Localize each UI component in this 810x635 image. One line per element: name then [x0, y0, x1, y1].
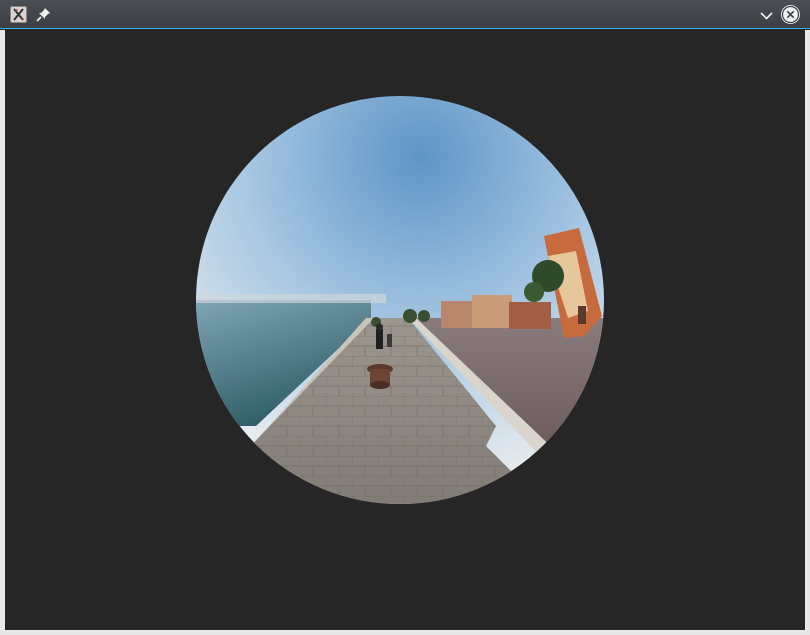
x-glyph [13, 8, 24, 21]
chevron-down-icon[interactable] [759, 8, 774, 22]
title-bar [0, 0, 810, 29]
x-app-icon [10, 6, 27, 23]
window-border-left [0, 30, 5, 635]
fisheye-panorama-photo[interactable] [196, 96, 604, 504]
pin-icon[interactable] [36, 7, 51, 22]
close-icon [781, 5, 800, 24]
mooring-bollard [367, 364, 393, 389]
close-button[interactable] [781, 5, 800, 24]
window-border-right [805, 30, 810, 635]
window-border-bottom [0, 630, 810, 635]
horizon-haze [196, 294, 386, 303]
